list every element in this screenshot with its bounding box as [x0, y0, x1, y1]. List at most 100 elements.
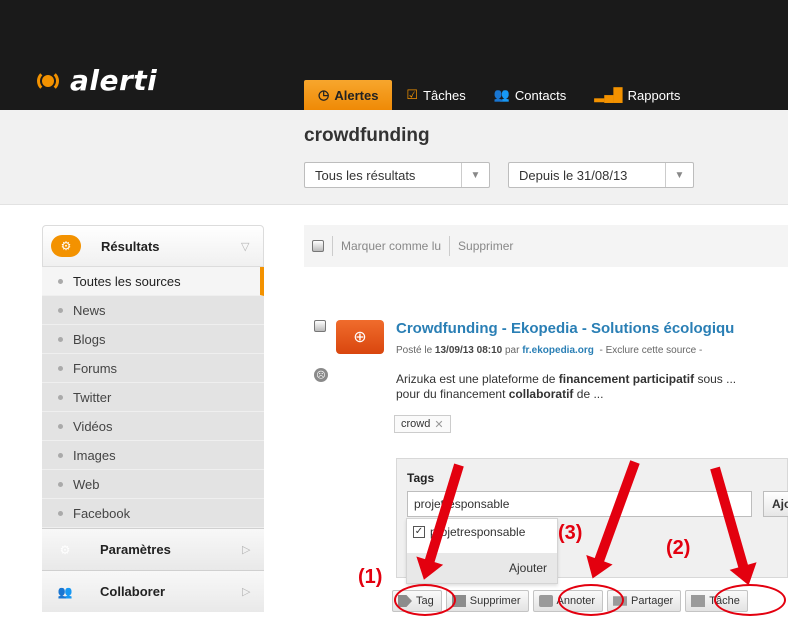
- people-icon: 👥: [493, 87, 510, 102]
- tab-taches[interactable]: ☑ Tâches: [392, 80, 479, 110]
- chevron-down-icon: ▼: [665, 163, 693, 187]
- annotation-ellipse-1: [394, 584, 456, 616]
- sources-list: Toutes les sources News Blogs Forums Twi…: [42, 267, 264, 528]
- chevron-down-icon: ▽: [241, 240, 250, 253]
- web-source-icon: ⊕: [336, 320, 384, 354]
- add-tag-button[interactable]: Ajo: [763, 491, 788, 517]
- bullet-icon: [58, 278, 63, 284]
- bullet-icon: [58, 394, 63, 400]
- select-all-checkbox[interactable]: [312, 240, 324, 252]
- annotation-number-1: (1): [358, 566, 383, 588]
- annotation-number-3: (3): [558, 522, 583, 544]
- sidebar-item-toutes-les-sources[interactable]: Toutes les sources: [42, 267, 264, 296]
- result-excerpt: Arizuka est une plateforme de financemen…: [396, 372, 788, 402]
- chevron-down-icon: ▼: [461, 163, 489, 187]
- suggestion-row[interactable]: ✓ projetresponsable: [413, 525, 525, 539]
- excerpt-text: de ...: [573, 387, 604, 401]
- excerpt-text: pour du financement: [396, 387, 509, 401]
- logo[interactable]: alerti: [34, 64, 157, 97]
- item-label: Images: [73, 447, 116, 463]
- date-filter-select[interactable]: Depuis le 31/08/13 ▼: [508, 162, 694, 188]
- sidebar-item-images[interactable]: Images: [42, 441, 264, 470]
- select-value: Tous les résultats: [315, 167, 416, 183]
- mark-read-link[interactable]: Marquer comme lu: [341, 239, 441, 253]
- tab-rapports[interactable]: ▂▄█ Rapports: [580, 80, 694, 110]
- excerpt-text: Arizuka est une plateforme de: [396, 372, 559, 386]
- bullet-icon: [58, 452, 63, 458]
- section-label: Paramètres: [100, 542, 171, 557]
- tab-label: Rapports: [627, 87, 681, 103]
- item-label: Toutes les sources: [73, 273, 181, 289]
- annotation-number-2: (2): [666, 537, 691, 559]
- item-label: Vidéos: [73, 418, 113, 434]
- excerpt-highlight: financement participatif: [558, 372, 695, 386]
- tag-chip[interactable]: crowd ✕: [394, 415, 451, 433]
- page-title: crowdfunding: [304, 125, 430, 146]
- gear-cloud-icon: ⚙: [51, 235, 81, 257]
- meta-by: par: [504, 345, 520, 356]
- sidebar-item-news[interactable]: News: [42, 296, 264, 325]
- button-label: Supprimer: [469, 595, 521, 607]
- tab-contacts[interactable]: 👥 Contacts: [480, 80, 581, 110]
- sidebar-item-twitter[interactable]: Twitter: [42, 383, 264, 412]
- logo-mark-icon: [34, 69, 64, 93]
- result-title-link[interactable]: Crowdfunding - Ekopedia - Solutions écol…: [396, 320, 734, 337]
- checkbox-checked-icon[interactable]: ✓: [413, 526, 425, 538]
- section-label: Collaborer: [100, 584, 166, 599]
- divider: [449, 236, 451, 256]
- sidebar-item-blogs[interactable]: Blogs: [42, 325, 264, 354]
- tag-input[interactable]: projetresponsable: [407, 491, 752, 517]
- item-label: News: [73, 302, 106, 318]
- sentiment-neutral-icon[interactable]: ☹: [314, 368, 328, 382]
- annotation-ellipse-3: [558, 584, 624, 616]
- bullet-icon: [58, 481, 63, 487]
- tab-label: Alertes: [334, 87, 379, 103]
- chevron-right-icon: ▷: [242, 544, 251, 556]
- results-filter-select[interactable]: Tous les résultats ▼: [304, 162, 490, 188]
- item-label: Blogs: [73, 331, 106, 347]
- bar-chart-icon: ▂▄█: [594, 87, 623, 102]
- exclude-source-link[interactable]: - Exclure cette source -: [599, 345, 702, 356]
- excerpt-text: sous ...: [694, 372, 737, 386]
- chevron-right-icon: ▷: [242, 586, 251, 598]
- close-icon[interactable]: ✕: [434, 418, 443, 431]
- result-checkbox[interactable]: [314, 320, 326, 332]
- item-label: Twitter: [73, 389, 112, 405]
- delete-button[interactable]: Supprimer: [445, 590, 529, 612]
- annotation-ellipse-2: [714, 584, 786, 616]
- task-icon: [691, 595, 706, 607]
- sidebar: ⚙ Résultats ▽ Toutes les sources News Bl…: [42, 225, 264, 612]
- meta-date: 13/09/13 08:10: [434, 345, 503, 356]
- results-toolbar: Marquer comme lu Supprimer: [304, 225, 788, 267]
- bullet-icon: [58, 365, 63, 371]
- bullet-icon: [58, 336, 63, 342]
- sidebar-item-forums[interactable]: Forums: [42, 354, 264, 383]
- check-icon: ☑: [406, 87, 419, 102]
- sidebar-item-facebook[interactable]: Facebook: [42, 499, 264, 528]
- item-label: Web: [73, 476, 100, 492]
- button-label: Partager: [631, 595, 674, 607]
- main-nav: ◷ Alertes ☑ Tâches 👥 Contacts ▂▄█ Rappor…: [304, 72, 694, 110]
- delete-link[interactable]: Supprimer: [458, 239, 513, 253]
- sidebar-item-web[interactable]: Web: [42, 470, 264, 499]
- meta-prefix: Posté le: [396, 345, 433, 356]
- source-link[interactable]: fr.ekopedia.org: [522, 345, 594, 356]
- sidebar-item-videos[interactable]: Vidéos: [42, 412, 264, 441]
- tab-alertes[interactable]: ◷ Alertes: [304, 80, 393, 110]
- gear-icon: ⚙: [59, 542, 71, 557]
- sidebar-section-collaborer[interactable]: 👥 Collaborer ▷: [42, 570, 264, 612]
- tags-title: Tags: [407, 471, 435, 485]
- people-icon: 👥: [57, 584, 73, 599]
- section-label: Résultats: [101, 238, 160, 254]
- result-meta: Posté le 13/09/13 08:10 par fr.ekopedia.…: [396, 345, 702, 356]
- logo-text: alerti: [70, 64, 158, 97]
- item-label: Facebook: [73, 505, 131, 521]
- bullet-icon: [58, 510, 63, 516]
- select-value: Depuis le 31/08/13: [519, 167, 628, 183]
- sidebar-section-resultats[interactable]: ⚙ Résultats ▽: [42, 225, 264, 267]
- tab-label: Contacts: [514, 87, 567, 103]
- item-label: Forums: [73, 360, 118, 376]
- clock-icon: ◷: [318, 87, 330, 102]
- tab-label: Tâches: [423, 87, 466, 103]
- sidebar-section-parametres[interactable]: ⚙ Paramètres ▷: [42, 528, 264, 570]
